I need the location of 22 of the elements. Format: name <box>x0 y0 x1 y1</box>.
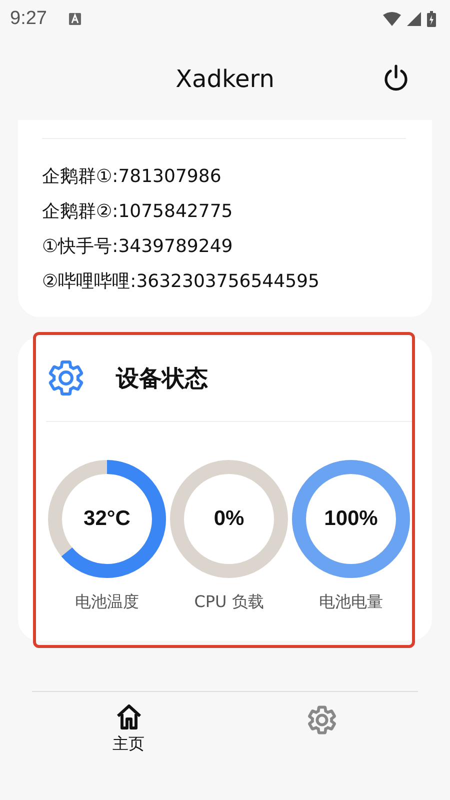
info-line: 企鹅群①:781307986 <box>42 165 222 189</box>
gauge-value: 0% <box>214 507 244 531</box>
home-icon <box>114 704 142 730</box>
battery-icon <box>427 11 436 27</box>
power-icon[interactable] <box>382 64 410 92</box>
section-title: 设备状态 <box>116 364 208 394</box>
nav-tab[interactable]: 主页 <box>32 692 225 762</box>
status-time: 9:27 <box>10 8 47 30</box>
info-line: ①快手号:3439789249 <box>42 235 234 259</box>
info-line: 企鹅群②:1075842775 <box>42 200 234 224</box>
gauge-label: 电池电量 <box>319 592 383 613</box>
gauge-value: 32°C <box>84 507 130 531</box>
info-line: ②哔哩哔哩:3632303756544595 <box>42 270 320 294</box>
signal-icon <box>407 12 421 26</box>
notification-icon <box>68 13 81 25</box>
settings-icon <box>306 704 338 736</box>
gauge-label: 电池温度 <box>75 592 139 613</box>
gauge-label: CPU 负载 <box>194 592 264 613</box>
settings-icon <box>46 358 86 398</box>
wifi-icon <box>383 12 401 26</box>
gauge-value: 100% <box>324 507 378 531</box>
app-title: Xadkern <box>176 65 274 93</box>
